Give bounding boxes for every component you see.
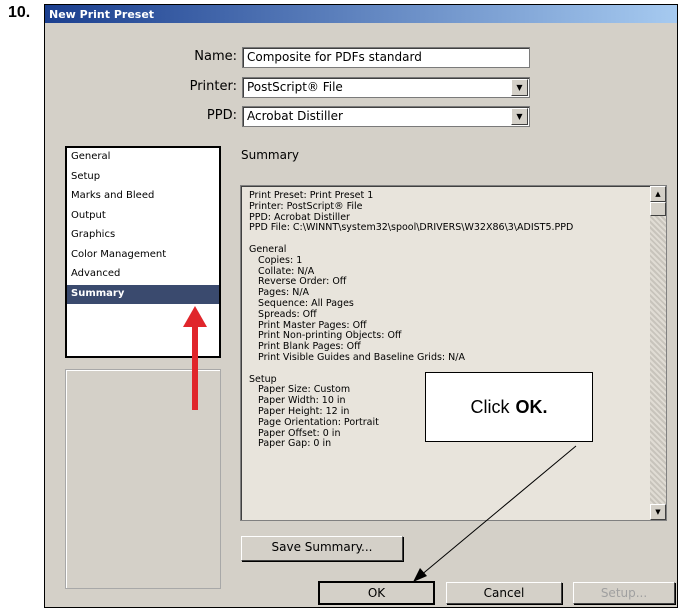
sidebar-item-graphics[interactable]: Graphics: [67, 226, 219, 246]
name-field[interactable]: Composite for PDFs standard: [242, 47, 530, 68]
sidebar-item-setup[interactable]: Setup: [67, 168, 219, 188]
callout-prefix: Click: [470, 396, 510, 417]
sidebar-item-output[interactable]: Output: [67, 207, 219, 227]
category-list: General Setup Marks and Bleed Output Gra…: [65, 146, 221, 358]
name-label: Name:: [194, 49, 237, 64]
summary-text: Print Preset: Print Preset 1 Printer: Po…: [249, 191, 574, 450]
cancel-button[interactable]: Cancel: [446, 582, 562, 604]
printer-label: Printer:: [189, 79, 237, 94]
sidebar-item-advanced[interactable]: Advanced: [67, 265, 219, 285]
setup-button[interactable]: Setup...: [573, 582, 675, 604]
chevron-down-icon[interactable]: ▼: [511, 79, 528, 96]
callout-emphasis: OK.: [515, 396, 548, 417]
sidebar-item-summary[interactable]: Summary: [67, 284, 219, 304]
ppd-select[interactable]: Acrobat Distiller ▼: [242, 106, 530, 127]
printer-select[interactable]: PostScript® File ▼: [242, 77, 530, 98]
dialog-title: New Print Preset: [45, 5, 677, 23]
sidebar-item-color-management[interactable]: Color Management: [67, 246, 219, 266]
summary-scrollbar[interactable]: ▲ ▼: [650, 186, 666, 520]
preview-area: [65, 369, 221, 589]
step-number: 10.: [8, 4, 31, 21]
name-field-value: Composite for PDFs standard: [247, 50, 422, 64]
ppd-label: PPD:: [206, 108, 237, 123]
scroll-thumb[interactable]: [650, 202, 666, 216]
scroll-down-icon[interactable]: ▼: [650, 504, 666, 520]
new-print-preset-dialog: New Print Preset Name: Composite for PDF…: [44, 4, 678, 608]
save-summary-button[interactable]: Save Summary...: [241, 536, 403, 561]
instruction-callout: Click OK.: [425, 372, 593, 442]
sidebar-item-general[interactable]: General: [67, 148, 219, 168]
chevron-down-icon[interactable]: ▼: [511, 108, 528, 125]
scroll-up-icon[interactable]: ▲: [650, 186, 666, 202]
printer-select-value: PostScript® File: [247, 80, 343, 94]
summary-heading: Summary: [241, 148, 299, 162]
ppd-select-value: Acrobat Distiller: [247, 109, 343, 123]
ok-button[interactable]: OK: [318, 581, 435, 605]
summary-box: Print Preset: Print Preset 1 Printer: Po…: [240, 185, 667, 521]
sidebar-item-marks-and-bleed[interactable]: Marks and Bleed: [67, 187, 219, 207]
